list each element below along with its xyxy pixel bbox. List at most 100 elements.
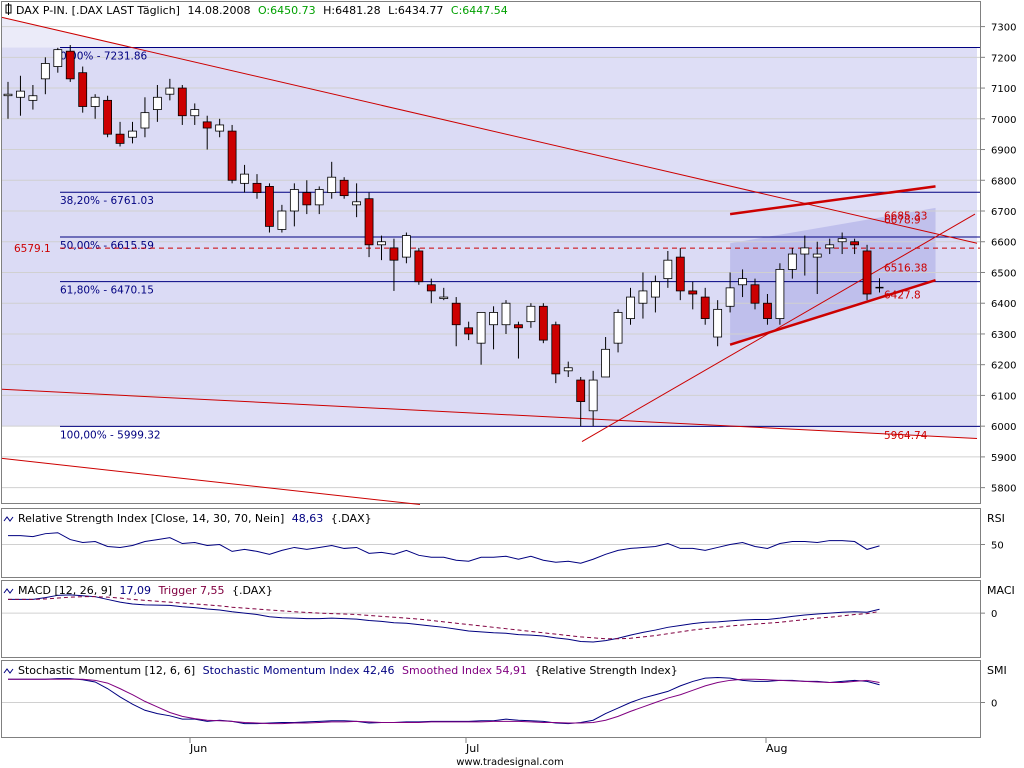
header-date: 14.08.2008 [187,4,250,17]
smi-title: Stochastic Momentum [12, 6, 6] [18,664,195,677]
candle-body [551,324,561,375]
candle-body [675,256,685,292]
candle-body [837,238,847,243]
svg-text:DAX P-IN. [.DAX LAST Täglich]: DAX P-IN. [.DAX LAST Täglich] 14.08.2008… [16,4,508,17]
candle-body [439,296,449,299]
candle-body [489,312,498,326]
candle-body [364,198,374,246]
candle-body [862,250,872,295]
smi-series-2-label: Smoothed Index 54,91 [402,664,527,677]
smi-extra: {Relative Strength Index} [535,664,678,677]
candle-body [152,96,162,110]
svg-text:Stochastic Momentum [12, 6, 6]: Stochastic Momentum [12, 6, 6] Stochasti… [18,664,678,677]
candle-body [190,109,200,117]
candle-body [16,90,25,98]
dashed-level-label: 6579.1 [14,243,51,255]
indicator-tick-label: 0 [991,609,997,620]
candle-body [177,87,187,117]
svg-text:MACD [12, 26, 9] 17,09: MACD [12, 26, 9] 17,09 Trigger 7,55 {.DA… [18,584,273,597]
candle-body [265,186,274,227]
macd-value: 17,09 [120,584,152,597]
fib-label: 61,80% - 6470.15 [60,285,154,297]
candle-body [352,201,362,206]
candle-body [28,95,38,101]
candle-body [464,327,474,335]
candle-body [526,305,536,323]
candle-body [601,348,610,378]
price-tick-label: 6400 [991,299,1016,310]
candle-body [763,302,772,319]
price-tick-label: 6900 [991,146,1016,157]
candle-body [115,133,125,144]
price-tick-label: 6200 [991,361,1016,372]
candle-body [426,284,436,292]
candle-body [103,99,112,135]
candle-body [401,235,411,258]
candle-body [613,312,623,344]
price-tick-label: 7100 [991,84,1016,95]
lower-label: 5964.74 [884,430,928,442]
macd-axis-label: MACI [987,584,1015,597]
x-tick-label: Aug [766,742,787,755]
header-symbol: DAX P-IN. [.DAX LAST Täglich] [16,4,180,17]
indicator-tick-label: 50 [991,541,1004,552]
channel-label: 6678.9 [884,214,921,226]
price-tick-label: 6100 [991,391,1016,402]
candle-body [738,278,747,286]
candle-body [576,379,586,402]
channel-label: 6427.8 [884,290,921,302]
indicator-tick-label: 0 [991,699,997,710]
candle-body [775,269,785,319]
chart-canvas: 5800 5900 6000 6100 6200 6300 6400 6500 6600 6700… [1,1,1016,768]
candle-body [700,296,710,319]
smi-series-1-label: Stochastic Momentum Index 42,46 [203,664,395,677]
candle-body [90,96,100,107]
candle-body [252,182,262,193]
candle-body [140,112,150,129]
rsi-axis-label: RSI [987,512,1005,525]
candle-body [563,367,573,372]
price-tick-label: 5800 [991,484,1016,495]
macd-title: MACD [12, 26, 9] [18,584,112,597]
candle-body [215,124,225,132]
candle-body [65,50,75,80]
candle-body [339,179,349,197]
candle-body [501,302,511,326]
candle-body [651,281,660,298]
header-high: H:6481.28 [323,4,380,17]
candle-body [3,93,13,97]
macd-trigger: Trigger 7,55 [158,584,225,597]
header-open: O:6450.73 [258,4,316,17]
candle-body [787,253,797,270]
candle-body [377,241,386,246]
rsi-title: Relative Strength Index [Close, 14, 30, … [18,512,284,525]
macd-symbol: {.DAX} [232,584,273,597]
candle-body [289,189,299,212]
candle-body [638,290,648,304]
candle-body [588,379,598,412]
price-tick-label: 6300 [991,330,1016,341]
candle-body [414,250,424,283]
header-low: L:6434.77 [388,4,443,17]
candle-body [725,287,735,307]
candle-body [165,87,175,95]
fib-label: 38,20% - 6761.03 [60,195,154,207]
price-tick-label: 6800 [991,176,1016,187]
candle-body [713,308,723,338]
smi-axis-label: SMI [987,664,1007,677]
candle-body [663,259,673,280]
candle-body [78,72,88,107]
x-tick-label: Jul [465,742,479,755]
fib-label: 50,00% - 6615.59 [60,240,154,252]
price-tick-label: 6000 [991,422,1016,433]
candle-body [227,130,237,181]
candle-body [825,244,835,249]
rsi-value: 48,63 [292,512,324,525]
candle-body [750,284,760,304]
candle-body [626,296,635,319]
candle-body [128,130,137,138]
candle-body [389,247,399,261]
rsi-symbol: {.DAX} [331,512,372,525]
candle-body [538,305,548,341]
price-tick-label: 7300 [991,23,1016,34]
